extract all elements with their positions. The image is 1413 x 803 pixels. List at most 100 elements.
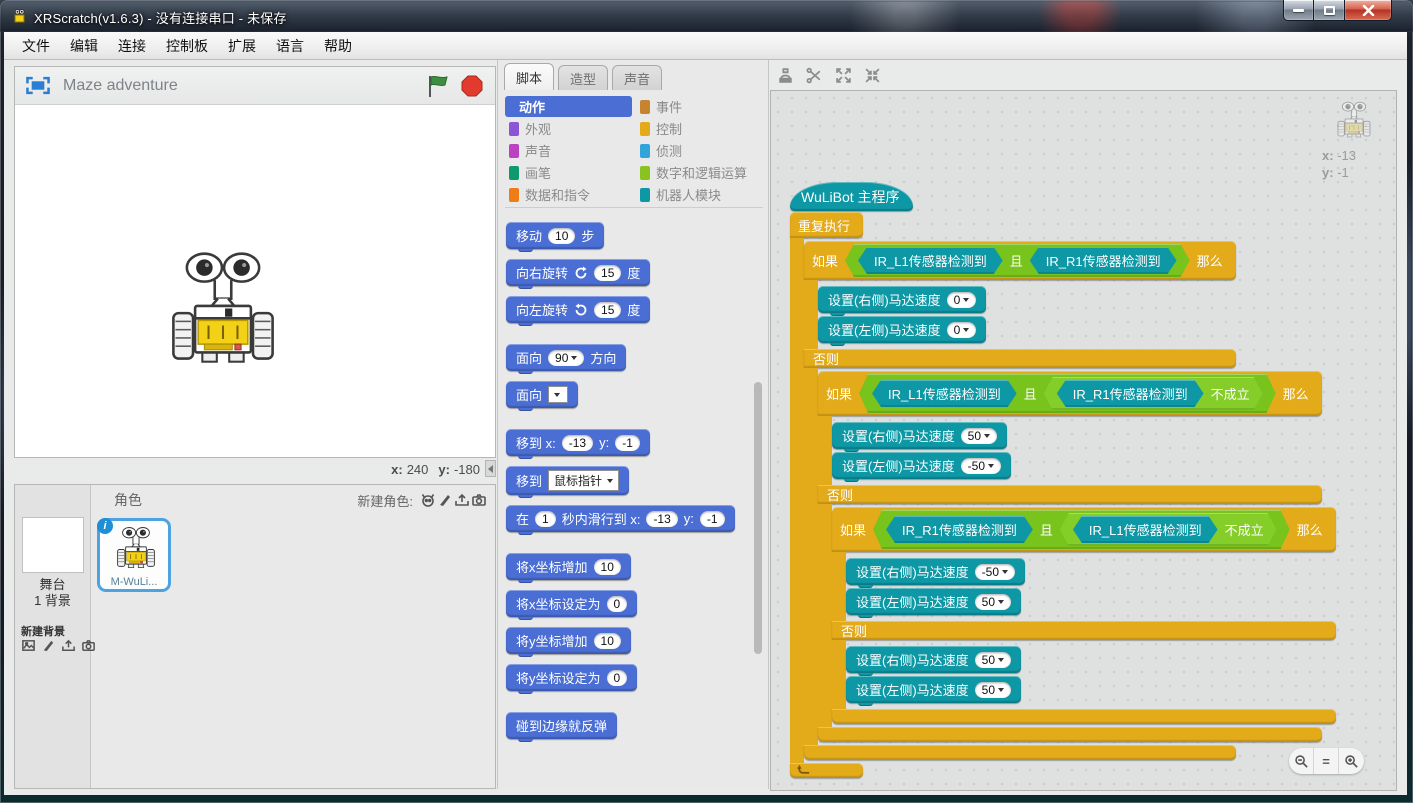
palette-block-change-x[interactable]: 将x坐标增加10 [506, 553, 631, 580]
and-operator-block[interactable]: IR_L1传感器检测到且IR_R1传感器检测到 [845, 244, 1190, 277]
number-dropdown[interactable]: 50 [961, 428, 997, 444]
sensor-boolean-block[interactable]: IR_R1传感器检测到 [1057, 380, 1204, 407]
script-block-forever[interactable]: 重复执行如果IR_L1传感器检测到且IR_R1传感器检测到那么设置(右侧)马达速… [790, 212, 863, 778]
script-block-ifelse[interactable]: 如果IR_R1传感器检测到且IR_L1传感器检测到不成立那么设置(右侧)马达速度… [832, 507, 1336, 724]
number-input[interactable]: 15 [594, 302, 621, 318]
collapse-stage-button[interactable] [485, 460, 496, 477]
stage-selector[interactable]: 舞台 1 背景 新建背景 [15, 485, 91, 788]
fullscreen-icon[interactable] [25, 76, 51, 95]
and-operator-block[interactable]: IR_R1传感器检测到且IR_L1传感器检测到不成立 [873, 510, 1290, 549]
number-dropdown[interactable]: 50 [975, 652, 1011, 668]
paint-sprite-icon[interactable] [436, 492, 453, 509]
palette-block-point-direction[interactable]: 面向90方向 [506, 344, 626, 371]
number-dropdown[interactable]: 0 [947, 292, 977, 308]
backdrop-library-icon[interactable] [20, 637, 37, 654]
number-input[interactable]: 15 [594, 265, 621, 281]
palette-block-set-y[interactable]: 将y坐标设定为0 [506, 664, 637, 691]
title-bar[interactable]: XRScratch(v1.6.3) - 没有连接串口 - 未保存 [0, 0, 1413, 32]
forever-header[interactable]: 重复执行 [790, 212, 863, 238]
number-input[interactable]: 10 [548, 228, 575, 244]
shrink-icon[interactable] [863, 66, 882, 85]
palette-block-goto-mouse[interactable]: 移到鼠标指针 [506, 466, 629, 495]
sensor-boolean-block[interactable]: IR_L1传感器检测到 [1073, 516, 1218, 543]
menu-language[interactable]: 语言 [266, 33, 314, 59]
grow-icon[interactable] [834, 66, 853, 85]
sensor-boolean-block[interactable]: IR_L1传感器检测到 [872, 380, 1017, 407]
upload-backdrop-icon[interactable] [60, 637, 77, 654]
stage-canvas[interactable] [15, 105, 495, 457]
script-block-set-motor-speed[interactable]: 设置(右侧)马达速度50 [846, 646, 1021, 673]
minimize-button[interactable] [1283, 0, 1314, 21]
tab-scripts[interactable]: 脚本 [504, 63, 554, 90]
menu-edit[interactable]: 编辑 [60, 33, 108, 59]
palette-block-point-towards[interactable]: 面向 [506, 381, 578, 408]
script-block-set-motor-speed[interactable]: 设置(左侧)马达速度0 [818, 316, 986, 343]
and-operator-block[interactable]: IR_L1传感器检测到且IR_R1传感器检测到不成立 [859, 374, 1276, 413]
number-input[interactable]: -1 [700, 511, 725, 527]
not-operator-block[interactable]: IR_R1传感器检测到不成立 [1044, 377, 1263, 410]
dropdown[interactable] [548, 386, 568, 403]
sensor-boolean-block[interactable]: IR_R1传感器检测到 [886, 516, 1033, 543]
palette-category[interactable]: 声音 [505, 140, 632, 161]
script-block-set-motor-speed[interactable]: 设置(左侧)马达速度50 [846, 676, 1021, 703]
sensor-boolean-block[interactable]: IR_L1传感器检测到 [858, 247, 1003, 274]
script-block-set-motor-speed[interactable]: 设置(左侧)马达速度-50 [832, 452, 1011, 479]
maximize-button[interactable] [1314, 0, 1344, 21]
menu-help[interactable]: 帮助 [314, 33, 362, 59]
palette-block-move-steps[interactable]: 移动10步 [506, 222, 604, 249]
script-block-ifelse[interactable]: 如果IR_L1传感器检测到且IR_R1传感器检测到不成立那么设置(右侧)马达速度… [818, 371, 1322, 742]
ifelse-header[interactable]: 如果IR_L1传感器检测到且IR_R1传感器检测到那么 [804, 241, 1236, 280]
zoom-out-button[interactable] [1289, 748, 1314, 774]
palette-block-change-y[interactable]: 将y坐标增加10 [506, 627, 631, 654]
number-dropdown[interactable]: 0 [947, 322, 977, 338]
paint-backdrop-icon[interactable] [40, 637, 57, 654]
script-area[interactable]: x: -13 y: -1 WuLiBot 主程序重复执行如果IR_L1传感器检测… [770, 90, 1397, 791]
not-operator-block[interactable]: IR_L1传感器检测到不成立 [1060, 513, 1277, 546]
palette-category[interactable]: 控制 [636, 118, 763, 139]
number-input[interactable]: 10 [594, 559, 621, 575]
tab-costumes[interactable]: 造型 [558, 65, 608, 90]
script-block-hat-main-program[interactable]: WuLiBot 主程序 [790, 182, 913, 211]
tab-sounds[interactable]: 声音 [612, 65, 662, 90]
number-dropdown[interactable]: -50 [975, 564, 1015, 580]
camera-sprite-icon[interactable] [470, 492, 487, 509]
palette-category[interactable]: 画笔 [505, 162, 632, 183]
palette-scrollbar[interactable] [754, 382, 762, 654]
upload-sprite-icon[interactable] [453, 492, 470, 509]
stop-button[interactable] [459, 74, 485, 98]
palette-block-goto-xy[interactable]: 移到 x:-13y:-1 [506, 429, 650, 456]
else-bar[interactable]: 否则 [804, 349, 1236, 368]
stamp-icon[interactable] [776, 66, 795, 85]
palette-category[interactable]: 数字和逻辑运算 [636, 162, 763, 183]
number-dropdown[interactable]: 50 [975, 682, 1011, 698]
stage-thumbnail[interactable] [22, 517, 84, 573]
scissors-icon[interactable] [805, 66, 824, 85]
zoom-in-button[interactable] [1339, 748, 1364, 774]
menu-extensions[interactable]: 扩展 [218, 33, 266, 59]
else-bar[interactable]: 否则 [832, 621, 1336, 640]
palette-category[interactable]: 侦测 [636, 140, 763, 161]
palette-block-glide-to-xy[interactable]: 在1秒内滑行到 x:-13y:-1 [506, 505, 735, 532]
else-bar[interactable]: 否则 [818, 485, 1322, 504]
green-flag-button[interactable] [425, 74, 451, 98]
palette-category[interactable]: 动作 [505, 96, 632, 117]
number-input[interactable]: -13 [646, 511, 677, 527]
number-input[interactable]: -13 [562, 435, 593, 451]
number-dropdown[interactable]: 90 [548, 350, 584, 366]
number-input[interactable]: 10 [594, 633, 621, 649]
number-input[interactable]: 1 [535, 511, 556, 527]
palette-category[interactable]: 外观 [505, 118, 632, 139]
palette-category[interactable]: 数据和指令 [505, 184, 632, 205]
sprite-item-selected[interactable]: i M-WuLi... [97, 518, 171, 592]
palette-block-set-x[interactable]: 将x坐标设定为0 [506, 590, 637, 617]
robot-sprite[interactable] [161, 251, 285, 367]
script-block-ifelse[interactable]: 如果IR_L1传感器检测到且IR_R1传感器检测到那么设置(右侧)马达速度0设置… [804, 241, 1236, 760]
palette-category[interactable]: 事件 [636, 96, 763, 117]
number-dropdown[interactable]: -50 [961, 458, 1001, 474]
palette-block-bounce-on-edge[interactable]: 碰到边缘就反弹 [506, 712, 617, 739]
ifelse-header[interactable]: 如果IR_R1传感器检测到且IR_L1传感器检测到不成立那么 [832, 507, 1336, 552]
menu-file[interactable]: 文件 [12, 33, 60, 59]
script-block-set-motor-speed[interactable]: 设置(左侧)马达速度50 [846, 588, 1021, 615]
number-dropdown[interactable]: 50 [975, 594, 1011, 610]
palette-category[interactable]: 机器人模块 [636, 184, 763, 205]
